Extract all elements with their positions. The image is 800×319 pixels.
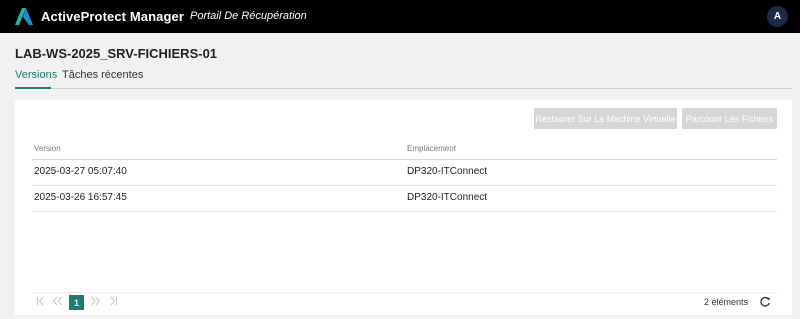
- item-count: 2 éléments: [704, 297, 749, 307]
- version-cell: 2025-03-27 05:07:40: [34, 166, 127, 177]
- last-page-icon[interactable]: [108, 296, 118, 306]
- browse-files-button[interactable]: Parcourir Les Fichiers: [682, 108, 777, 129]
- location-cell: DP320-ITConnect: [407, 166, 488, 177]
- tab-recent-tasks[interactable]: Tâches récentes: [62, 69, 143, 81]
- pagination-bar: 1 2 éléments: [32, 292, 777, 310]
- table-row[interactable]: 2025-03-26 16:57:45 DP320-ITConnect: [32, 186, 777, 212]
- column-header-location[interactable]: Emplacement: [407, 144, 456, 153]
- table-header: Version Emplacement: [32, 140, 777, 160]
- versions-table: Version Emplacement 2025-03-27 05:07:40 …: [32, 140, 777, 212]
- versions-panel: Restaurer Sur La Machine Virtuelle Parco…: [15, 100, 792, 315]
- version-cell: 2025-03-26 16:57:45: [34, 192, 127, 203]
- column-header-version[interactable]: Version: [34, 144, 61, 153]
- tab-versions[interactable]: Versions: [15, 69, 57, 81]
- refresh-icon[interactable]: [759, 296, 771, 308]
- next-page-icon[interactable]: [90, 296, 101, 306]
- app-title: ActiveProtect Manager: [41, 9, 184, 24]
- active-tab-indicator: [15, 87, 51, 89]
- restore-vm-button[interactable]: Restaurer Sur La Machine Virtuelle: [534, 108, 677, 129]
- top-bar: ActiveProtect Manager Portail De Récupér…: [0, 0, 800, 33]
- user-avatar[interactable]: A: [767, 6, 788, 27]
- current-page-button[interactable]: 1: [69, 295, 84, 310]
- table-row[interactable]: 2025-03-27 05:07:40 DP320-ITConnect: [32, 160, 777, 186]
- prev-page-icon[interactable]: [52, 296, 63, 306]
- tab-bar: Versions Tâches récentes: [15, 63, 792, 89]
- app-subtitle: Portail De Récupération: [190, 10, 307, 22]
- activeprotect-logo-icon: [15, 8, 33, 25]
- page-title: LAB-WS-2025_SRV-FICHIERS-01: [15, 46, 218, 61]
- first-page-icon[interactable]: [36, 296, 46, 306]
- location-cell: DP320-ITConnect: [407, 192, 488, 203]
